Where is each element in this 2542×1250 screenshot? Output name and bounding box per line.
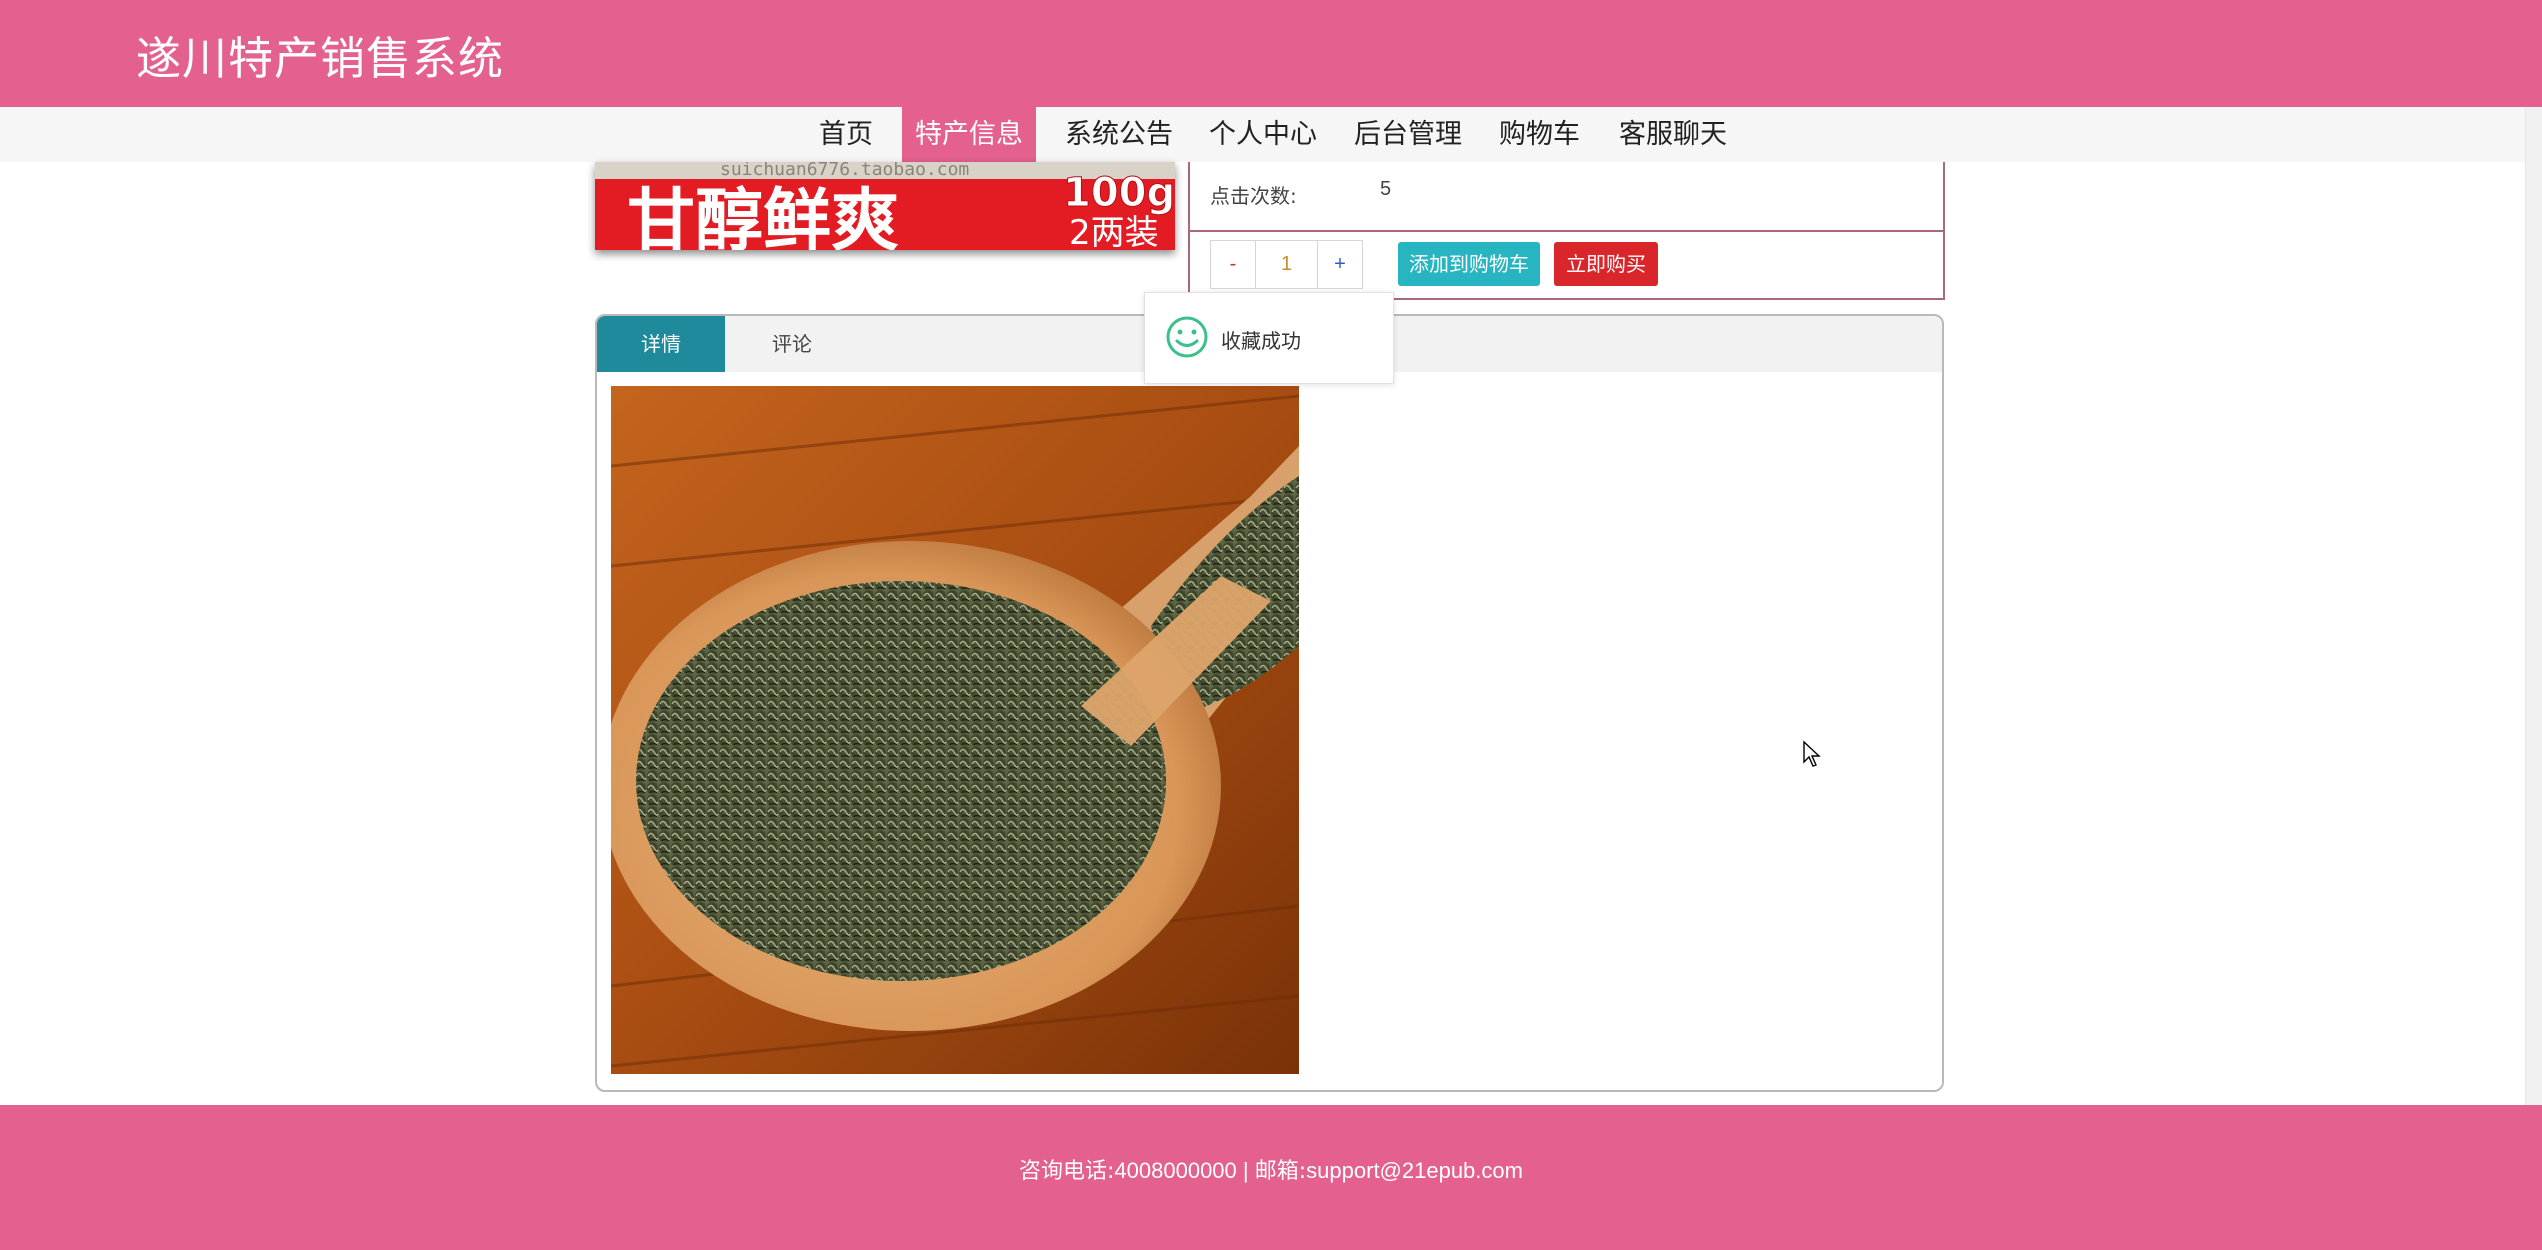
product-banner-weight: 100g <box>1063 170 1175 216</box>
nav-item-personal-center[interactable]: 个人中心 <box>1196 107 1330 162</box>
product-watermark: suichuan6776.taobao.com <box>720 162 969 180</box>
smiley-icon <box>1165 315 1209 364</box>
page-scrollbar[interactable] <box>2525 107 2542 1105</box>
favorite-success-toast: 收藏成功 <box>1144 292 1394 384</box>
site-footer: 咨询电话:4008000000 | 邮箱:support@21epub.com <box>0 1105 2542 1250</box>
quantity-stepper: - + <box>1210 240 1363 289</box>
nav-item-announcements[interactable]: 系统公告 <box>1052 107 1186 162</box>
footer-email[interactable]: support@21epub.com <box>1306 1158 1523 1183</box>
footer-phone-label: 咨询电话: <box>1019 1159 1115 1184</box>
footer-email-label: 邮箱: <box>1254 1159 1307 1184</box>
clicks-label: 点击次数: <box>1210 184 1297 208</box>
buy-now-button[interactable]: 立即购买 <box>1554 242 1658 286</box>
product-tabs: 详情 评论 <box>595 314 1944 1092</box>
nav-item-admin[interactable]: 后台管理 <box>1341 107 1475 162</box>
quantity-increase-button[interactable]: + <box>1317 241 1362 288</box>
product-detail-image <box>611 386 1299 1074</box>
nav-item-cart[interactable]: 购物车 <box>1486 107 1593 162</box>
mouse-cursor-icon <box>1802 740 1822 773</box>
quantity-decrease-button[interactable]: - <box>1211 241 1256 288</box>
add-to-cart-button[interactable]: 添加到购物车 <box>1398 242 1540 286</box>
site-title: 遂川特产销售系统 <box>136 32 505 85</box>
tab-comment[interactable]: 评论 <box>725 316 859 372</box>
toast-message: 收藏成功 <box>1221 329 1301 353</box>
footer-contact: 咨询电话:4008000000 | 邮箱:support@21epub.com <box>0 1153 2542 1185</box>
nav-item-home[interactable]: 首页 <box>806 107 886 162</box>
nav-item-customer-chat[interactable]: 客服聊天 <box>1606 107 1740 162</box>
footer-phone: 4008000000 <box>1114 1158 1237 1183</box>
footer-separator: | <box>1242 1158 1249 1183</box>
nav-item-products[interactable]: 特产信息 <box>902 107 1036 162</box>
product-image: suichuan6776.taobao.com 甘醇鲜爽 100g 2两装 <box>595 162 1175 250</box>
main-nav: 首页 特产信息 系统公告 个人中心 后台管理 购物车 客服聊天 <box>0 107 2542 162</box>
product-banner-text: 甘醇鲜爽 <box>627 182 899 250</box>
site-header: 遂川特产销售系统 <box>0 0 2542 107</box>
clicks-row: 点击次数: 5 <box>1190 162 1943 232</box>
clicks-value: 5 <box>1380 178 1392 200</box>
product-info-panel: 点击次数: 5 - + 添加到购物车 立即购买 <box>1188 162 1945 300</box>
quantity-input[interactable] <box>1256 241 1317 288</box>
tab-detail[interactable]: 详情 <box>597 316 725 372</box>
product-banner-pack: 2两装 <box>1069 213 1159 250</box>
